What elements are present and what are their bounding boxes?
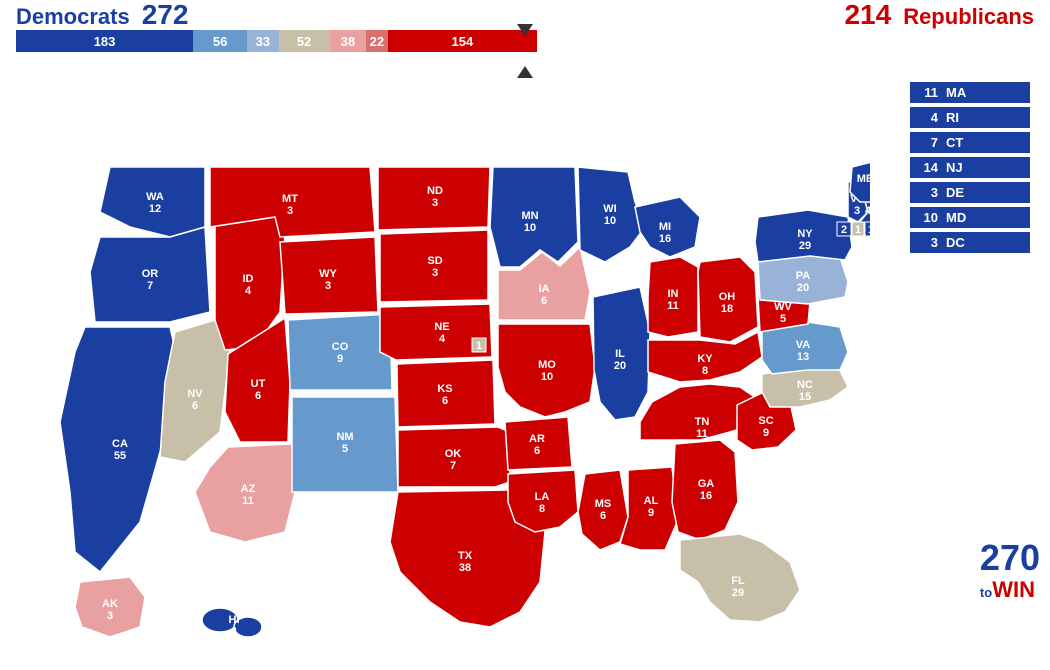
sidebar-abbr: DE [946,185,1022,200]
state-fl[interactable] [680,534,800,622]
state-ok[interactable] [398,427,510,487]
state-ga[interactable] [672,440,738,540]
logo-270: 270 [980,538,1040,578]
logo-towin: toWIN [980,578,1040,602]
state-hi[interactable] [202,608,238,632]
state-mo[interactable] [498,324,595,417]
rep-count: 214 [844,0,891,31]
state-pa[interactable] [758,254,848,304]
state-ky[interactable] [648,332,762,382]
state-me[interactable] [850,162,870,202]
state-ks[interactable] [397,360,495,427]
sidebar-state-nj[interactable]: 14 NJ [910,157,1030,178]
sidebar-ev: 3 [918,235,938,250]
sidebar-abbr: CT [946,135,1022,150]
state-la[interactable] [508,470,578,532]
state-wa[interactable] [100,167,205,237]
sidebar-abbr: MD [946,210,1022,225]
state-wi[interactable] [578,167,645,262]
sidebar-state-ct[interactable]: 7 CT [910,132,1030,153]
sidebar-state-ma[interactable]: 11 MA [910,82,1030,103]
sidebar-ev: 7 [918,135,938,150]
progress-bar-container: 1835633523822154 [0,30,1050,72]
sidebar-abbr: DC [946,235,1022,250]
bar-segment: 183 [16,30,193,52]
rep-header: 214 Republicans [844,0,1034,31]
state-mn[interactable] [490,167,578,267]
state-wy[interactable] [280,237,378,314]
bar-segment: 52 [279,30,330,52]
state-sd[interactable] [380,230,488,302]
dem-header: Democrats 272 [16,0,188,31]
state-co[interactable] [288,314,392,390]
state-al[interactable] [620,467,678,550]
sidebar-abbr: MA [946,85,1022,100]
sidebar: 11 MA 4 RI 7 CT 14 NJ 3 DE 10 MD 3 DC [910,82,1050,253]
state-ar[interactable] [505,417,572,470]
sidebar-abbr: RI [946,110,1022,125]
sidebar-state-md[interactable]: 10 MD [910,207,1030,228]
logo: 270 toWIN [980,538,1040,602]
state-in[interactable] [648,257,698,337]
sidebar-ev: 11 [918,85,938,100]
dem-label: Democrats [16,4,130,30]
state-oh[interactable] [698,257,758,342]
state-ak[interactable] [75,577,145,637]
state-or[interactable] [90,227,210,322]
down-arrow-indicator [517,24,533,36]
sidebar-state-dc[interactable]: 3 DC [910,232,1030,253]
sidebar-state-de[interactable]: 3 DE [910,182,1030,203]
map-area: WA 12 OR 7 CA 55 NV 6 ID 4 MT 3 WY 3 UT … [0,72,1050,662]
state-nm[interactable] [292,397,398,492]
sidebar-ev: 4 [918,110,938,125]
sidebar-ev: 14 [918,160,938,175]
sidebar-ev: 3 [918,185,938,200]
bar-segment: 33 [247,30,279,52]
state-nd[interactable] [378,167,490,230]
us-map: WA 12 OR 7 CA 55 NV 6 ID 4 MT 3 WY 3 UT … [0,72,870,662]
bar-segment: 154 [388,30,538,52]
state-ms[interactable] [578,470,628,550]
bar-segment: 38 [330,30,367,52]
bar-segment: 56 [193,30,247,52]
state-az[interactable] [195,444,295,542]
state-mi[interactable] [635,197,700,257]
state-il[interactable] [593,287,650,420]
bar-segment: 22 [366,30,387,52]
rep-label: Republicans [903,4,1034,30]
sidebar-abbr: NJ [946,160,1022,175]
dem-count: 272 [142,0,189,31]
sidebar-state-ri[interactable]: 4 RI [910,107,1030,128]
sidebar-ev: 10 [918,210,938,225]
